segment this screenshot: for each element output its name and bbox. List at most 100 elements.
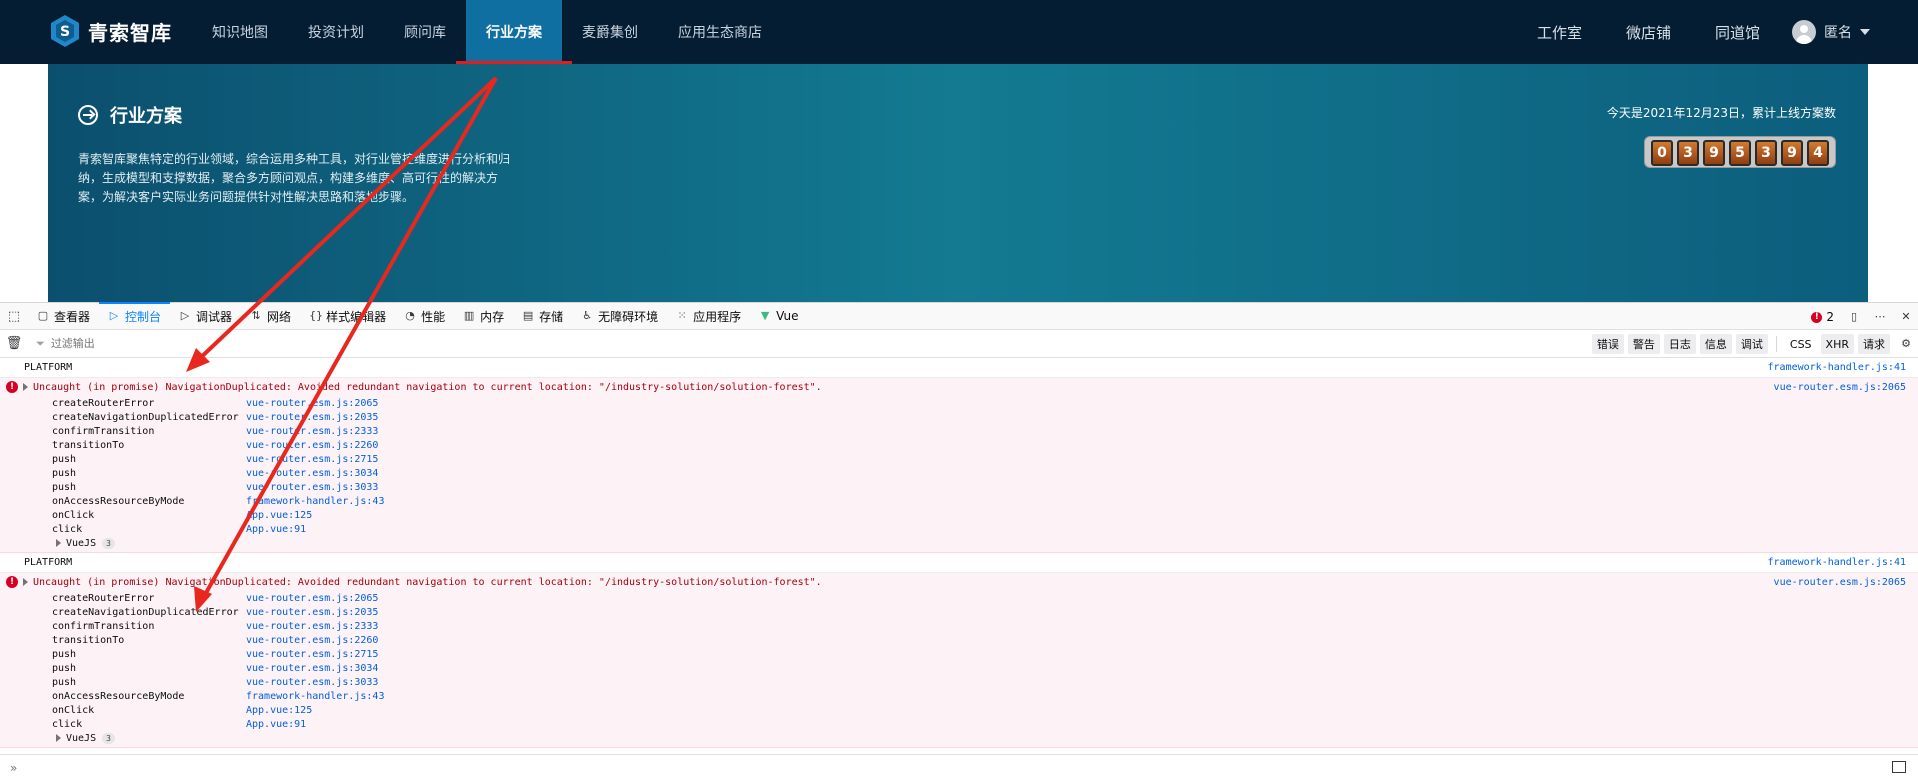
- type-requests[interactable]: 请求: [1858, 334, 1890, 354]
- nav-item-industry-solution[interactable]: 行业方案: [456, 0, 572, 64]
- user-name: 匿名: [1824, 25, 1852, 41]
- tab-label: 样式编辑器: [326, 309, 387, 324]
- application-icon: ⁙: [677, 309, 687, 322]
- frame-function: push: [52, 648, 77, 660]
- nav-item-maijue-jichuang[interactable]: 麦爵集创: [562, 0, 658, 64]
- frame-source-link[interactable]: vue-router.esm.js:3033: [246, 482, 378, 493]
- tab-vue[interactable]: ▼ Vue: [750, 302, 807, 330]
- frame-source-link[interactable]: App.vue:91: [246, 719, 306, 730]
- console-input-row[interactable]: »: [0, 754, 1918, 780]
- vuejs-frames-toggle[interactable]: VueJS 3: [52, 536, 1918, 550]
- log-source-link[interactable]: framework-handler.js:41: [1768, 362, 1906, 373]
- tab-style-editor[interactable]: {} 样式编辑器: [300, 302, 395, 330]
- banner-title-text: 行业方案: [110, 106, 182, 127]
- frame-function: onAccessResourceByMode: [52, 495, 185, 507]
- nav-item-studio[interactable]: 工作室: [1515, 0, 1604, 64]
- stack-frame: transitionTo vue-router.esm.js:2260: [52, 633, 1918, 647]
- error-source-link[interactable]: vue-router.esm.js:2065: [1774, 382, 1906, 393]
- error-message: ! Uncaught (in promise) NavigationDuplic…: [0, 573, 1918, 748]
- frame-source-link[interactable]: App.vue:125: [246, 510, 312, 521]
- tab-network[interactable]: ⇅ 网络: [241, 302, 300, 330]
- frame-source-link[interactable]: vue-router.esm.js:3034: [246, 663, 378, 674]
- user-menu[interactable]: 匿名: [1792, 20, 1870, 44]
- stack-frame: click App.vue:91: [52, 717, 1918, 731]
- stack-frame: transitionTo vue-router.esm.js:2260: [52, 438, 1918, 452]
- nav-item-investment-plan[interactable]: 投资计划: [288, 0, 384, 64]
- tab-accessibility[interactable]: ♿ 无障碍环境: [572, 302, 667, 330]
- main-nav: 知识地图 投资计划 顾问库 行业方案 麦爵集创 应用生态商店: [192, 0, 782, 64]
- frame-source-link[interactable]: App.vue:91: [246, 524, 306, 535]
- log-source-link[interactable]: framework-handler.js:41: [1768, 557, 1906, 568]
- tab-memory[interactable]: ▥ 内存: [454, 302, 513, 330]
- network-icon: ⇅: [251, 309, 261, 322]
- split-console-icon[interactable]: [1892, 761, 1906, 773]
- frame-source-link[interactable]: vue-router.esm.js:2260: [246, 635, 378, 646]
- frame-source-link[interactable]: vue-router.esm.js:2035: [246, 412, 378, 423]
- frame-source-link[interactable]: vue-router.esm.js:2333: [246, 621, 378, 632]
- frame-function: click: [52, 523, 83, 535]
- frame-source-link[interactable]: vue-router.esm.js:2065: [246, 398, 378, 409]
- circle-arrow-right-icon: [78, 105, 98, 125]
- frame-source-link[interactable]: vue-router.esm.js:2715: [246, 454, 378, 465]
- tab-label: 控制台: [125, 309, 162, 324]
- frame-source-link[interactable]: framework-handler.js:43: [246, 691, 384, 702]
- tab-inspector[interactable]: ▢ 查看器: [28, 302, 99, 330]
- error-source-link[interactable]: vue-router.esm.js:2065: [1774, 577, 1906, 588]
- level-debug[interactable]: 调试: [1735, 334, 1768, 354]
- tab-application[interactable]: ⁙ 应用程序: [667, 302, 750, 330]
- frame-source-link[interactable]: vue-router.esm.js:2065: [246, 593, 378, 604]
- counter-digit: 3: [1677, 140, 1699, 166]
- frame-source-link[interactable]: vue-router.esm.js:2035: [246, 607, 378, 618]
- banner-date-text: 今天是2021年12月23日，累计上线方案数: [1606, 106, 1836, 120]
- log-level-filters: 错误 警告 日志 信息 调试 CSS XHR 请求 ⚙: [1591, 334, 1912, 354]
- stack-frame: push vue-router.esm.js:3034: [52, 466, 1918, 480]
- level-logs[interactable]: 日志: [1663, 334, 1696, 354]
- more-options-icon[interactable]: ⋯: [1874, 311, 1886, 323]
- nav-item-app-store[interactable]: 应用生态商店: [658, 0, 782, 64]
- close-icon[interactable]: ✕: [1900, 311, 1912, 323]
- type-css[interactable]: CSS: [1785, 334, 1817, 354]
- frame-source-link[interactable]: vue-router.esm.js:2260: [246, 440, 378, 451]
- frame-source-link[interactable]: vue-router.esm.js:2715: [246, 649, 378, 660]
- performance-icon: ◔: [405, 309, 415, 322]
- tab-storage[interactable]: ▤ 存储: [513, 302, 572, 330]
- dock-side-icon[interactable]: ▯: [1848, 311, 1860, 323]
- tab-performance[interactable]: ◔ 性能: [395, 302, 454, 330]
- nav-item-micro-shop[interactable]: 微店铺: [1604, 0, 1693, 64]
- error-header[interactable]: ! Uncaught (in promise) NavigationDuplic…: [0, 573, 1918, 591]
- clear-console-icon[interactable]: 🗑: [0, 330, 28, 358]
- level-errors[interactable]: 错误: [1591, 334, 1624, 354]
- log-text: PLATFORM: [24, 557, 73, 568]
- tab-debugger[interactable]: ▷ 调试器: [170, 302, 241, 330]
- style-editor-icon: {}: [309, 309, 324, 322]
- frame-source-link[interactable]: vue-router.esm.js:3033: [246, 677, 378, 688]
- settings-gear-icon[interactable]: ⚙: [1900, 338, 1912, 350]
- site-logo[interactable]: S 青索智库: [50, 14, 172, 48]
- frame-source-link[interactable]: App.vue:125: [246, 705, 312, 716]
- tab-console[interactable]: ▷ 控制台: [99, 302, 171, 330]
- error-count-badge[interactable]: ! 2: [1811, 310, 1834, 324]
- frame-source-link[interactable]: framework-handler.js:43: [246, 496, 384, 507]
- filter-output-input[interactable]: [50, 333, 351, 354]
- logo-text: 青索智库: [88, 20, 172, 45]
- nav-item-peer-hall[interactable]: 同道馆: [1693, 0, 1782, 64]
- nav-item-advisor-library[interactable]: 顾问库: [384, 0, 466, 64]
- stack-frame: push vue-router.esm.js:3034: [52, 661, 1918, 675]
- console-prompt-icon: »: [10, 760, 18, 775]
- frame-source-link[interactable]: vue-router.esm.js:3034: [246, 468, 378, 479]
- error-text: Uncaught (in promise) NavigationDuplicat…: [33, 381, 822, 393]
- level-info[interactable]: 信息: [1699, 334, 1732, 354]
- expand-triangle-icon: [56, 734, 61, 742]
- nav-item-knowledge-map[interactable]: 知识地图: [192, 0, 288, 64]
- divider: [1775, 336, 1777, 352]
- frame-function: onAccessResourceByMode: [52, 690, 185, 702]
- frame-source-link[interactable]: vue-router.esm.js:2333: [246, 426, 378, 437]
- devtools-toolbar-right: ! 2 ▯ ⋯ ✕: [1811, 303, 1912, 331]
- nav-right-group: 工作室 微店铺 同道馆 匿名: [1515, 0, 1870, 64]
- tab-label: 网络: [267, 309, 292, 324]
- vuejs-frames-toggle[interactable]: VueJS 3: [52, 731, 1918, 745]
- element-picker-icon[interactable]: ⬚: [0, 302, 28, 330]
- type-xhr[interactable]: XHR: [1820, 334, 1854, 354]
- error-header[interactable]: ! Uncaught (in promise) NavigationDuplic…: [0, 378, 1918, 396]
- level-warnings[interactable]: 警告: [1627, 334, 1660, 354]
